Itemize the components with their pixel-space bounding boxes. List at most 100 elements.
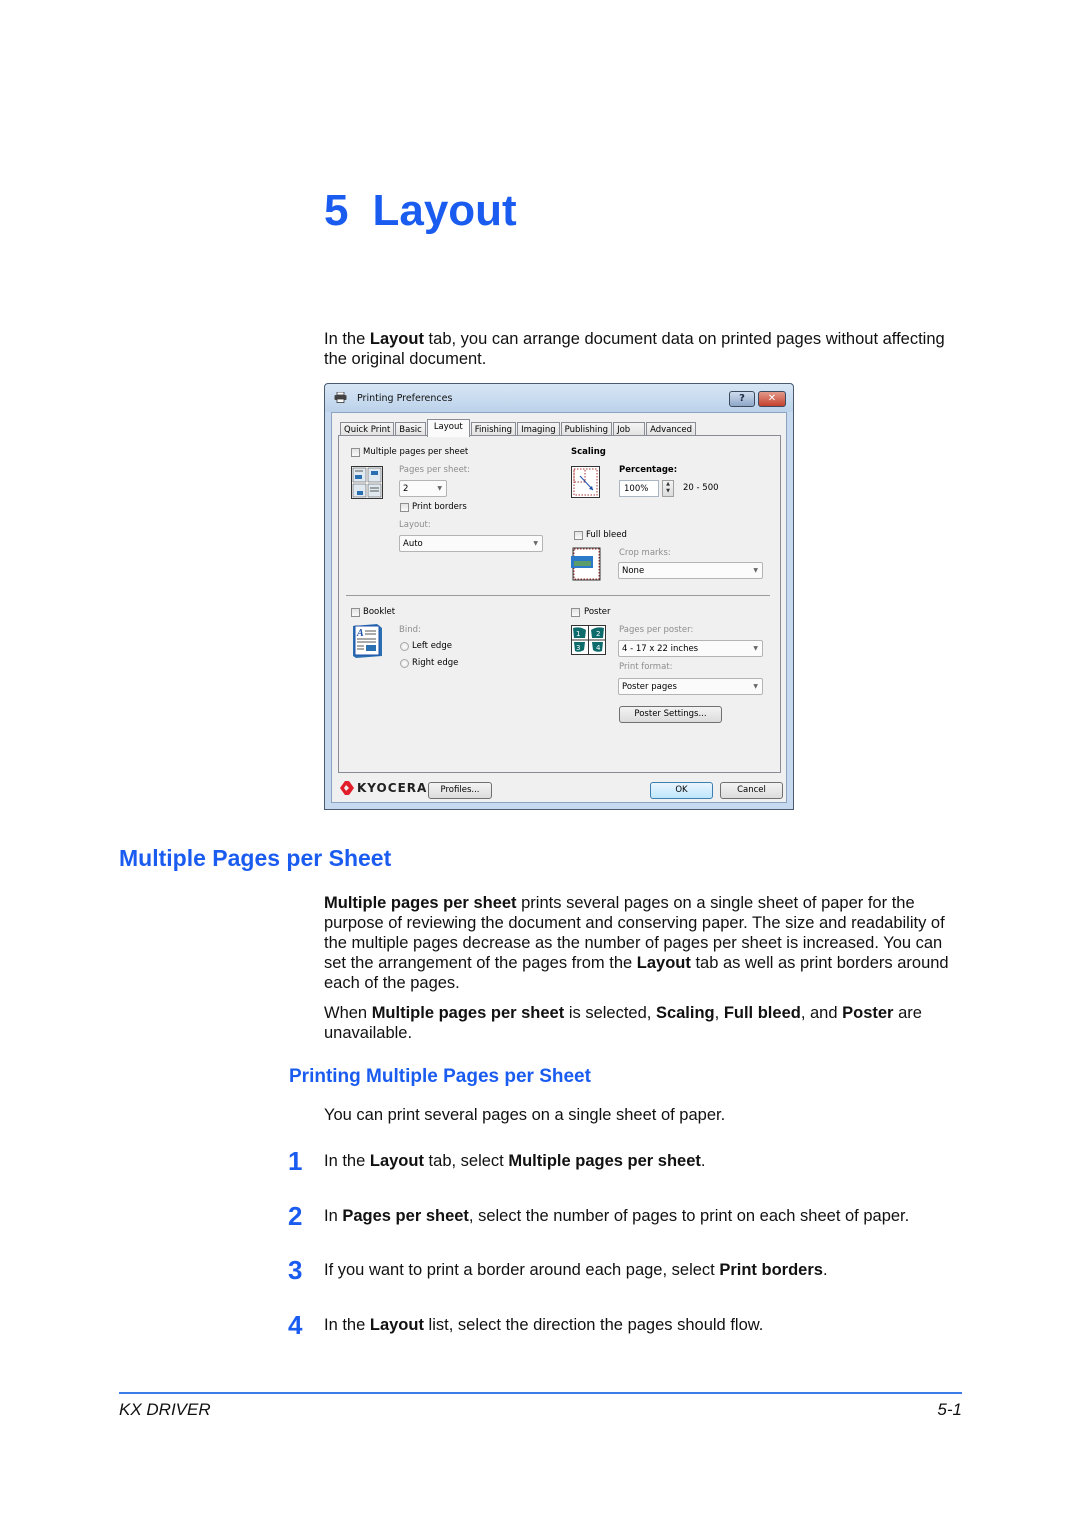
bold-text: Layout	[369, 330, 424, 348]
layout-select[interactable]: Auto ▼	[399, 535, 543, 552]
kyocera-logo-icon	[340, 781, 354, 795]
tab-layout[interactable]: Layout	[426, 419, 470, 437]
pages-per-poster-value: 4 - 17 x 22 inches	[622, 644, 699, 654]
step-number: 2	[288, 1201, 303, 1231]
svg-text:A: A	[356, 628, 364, 639]
booklet-icon: A	[353, 624, 382, 658]
crop-marks-label: Crop marks:	[619, 548, 671, 558]
bold-text: Print borders	[719, 1261, 823, 1279]
text: .	[700, 1152, 706, 1170]
left-edge-radio[interactable]	[400, 642, 409, 651]
booklet-label: Booklet	[363, 607, 396, 617]
bind-label: Bind:	[399, 625, 421, 635]
multiple-pages-icon	[351, 466, 383, 499]
bold-text: Multiple pages per sheet	[324, 894, 517, 912]
right-edge-radio[interactable]	[400, 659, 409, 668]
percentage-label: Percentage:	[619, 465, 678, 475]
footer-page-number: 5-1	[937, 1400, 962, 1419]
chapter-title: 5 Layout	[324, 186, 517, 236]
tab-publishing[interactable]: Publishing	[560, 422, 613, 436]
percentage-value: 100%	[624, 484, 649, 494]
print-format-label: Print format:	[619, 662, 673, 672]
profiles-button[interactable]: Profiles...	[428, 782, 492, 799]
pages-per-poster-select[interactable]: 4 - 17 x 22 inches ▼	[618, 640, 763, 657]
bold-text: Layout	[369, 1316, 424, 1334]
step-number: 3	[288, 1255, 303, 1285]
subsection-intro: You can print several pages on a single …	[324, 1106, 726, 1124]
pages-per-poster-label: Pages per poster:	[619, 625, 694, 635]
bold-text: Poster	[842, 1004, 894, 1022]
text: tab, select	[423, 1152, 509, 1170]
full-bleed-checkbox[interactable]	[574, 531, 583, 540]
text: list, select the direction the pages sho…	[423, 1316, 764, 1334]
title-bar: Printing Preferences ? ✕	[325, 384, 793, 412]
chevron-down-icon: ▼	[437, 485, 442, 492]
kyocera-brand: KYOCERA	[357, 781, 428, 795]
chapter-number: 5	[324, 186, 349, 235]
text: is selected,	[564, 1004, 656, 1022]
text: , and	[800, 1004, 843, 1022]
print-borders-checkbox[interactable]	[400, 503, 409, 512]
multiple-pages-checkbox[interactable]	[351, 448, 360, 457]
full-bleed-label: Full bleed	[586, 530, 627, 540]
chapter-name: Layout	[372, 186, 517, 235]
footer-rule	[119, 1392, 962, 1394]
print-format-select[interactable]: Poster pages ▼	[618, 678, 763, 695]
printing-preferences-dialog: Printing Preferences ? ✕ Quick Print Bas…	[324, 383, 794, 810]
full-bleed-icon	[571, 547, 601, 581]
text: In the	[324, 330, 370, 348]
step-3: 3 If you want to print a border around e…	[288, 1255, 828, 1286]
step-1: 1 In the Layout tab, select Multiple pag…	[288, 1146, 706, 1177]
tab-quick-print[interactable]: Quick Print	[340, 422, 395, 436]
chevron-down-icon: ▼	[753, 645, 758, 652]
percentage-range: 20 - 500	[683, 483, 719, 493]
step-number: 1	[288, 1146, 303, 1176]
scaling-label: Scaling	[571, 447, 606, 457]
layout-label: Layout:	[399, 520, 431, 530]
kyocera-logo: KYOCERA	[340, 781, 427, 795]
printer-icon	[334, 392, 347, 403]
poster-checkbox[interactable]	[571, 608, 580, 617]
pages-per-sheet-label: Pages per sheet:	[399, 465, 471, 475]
tab-finishing[interactable]: Finishing	[470, 422, 517, 436]
text: If you want to print a border around eac…	[324, 1261, 720, 1279]
step-text: In the Layout tab, select Multiple pages…	[324, 1152, 706, 1171]
step-text: In the Layout list, select the direction…	[324, 1316, 763, 1335]
tab-advanced[interactable]: Advanced	[646, 422, 697, 436]
scaling-icon	[571, 466, 600, 498]
text: , select the number of pages to print on…	[468, 1207, 910, 1225]
bold-text: Scaling	[655, 1004, 715, 1022]
pages-per-sheet-select[interactable]: 2 ▼	[399, 480, 447, 497]
svg-text:1: 1	[576, 630, 580, 638]
layout-panel: Multiple pages per sheet Pages per sheet…	[338, 435, 781, 773]
percentage-spinner[interactable]: ▲ ▼	[662, 480, 674, 497]
poster-settings-button[interactable]: Poster Settings...	[619, 706, 722, 723]
footer-product: KX DRIVER	[119, 1400, 211, 1419]
step-2: 2 In Pages per sheet, select the number …	[288, 1201, 909, 1232]
print-format-value: Poster pages	[622, 682, 677, 692]
svg-text:3: 3	[576, 644, 580, 652]
cancel-button[interactable]: Cancel	[720, 782, 783, 799]
step-text: If you want to print a border around eac…	[324, 1261, 828, 1280]
bold-text: Full bleed	[723, 1004, 801, 1022]
tab-job[interactable]: Job	[613, 422, 646, 436]
ok-button[interactable]: OK	[650, 782, 713, 799]
percentage-input[interactable]: 100%	[619, 480, 659, 497]
help-button[interactable]: ?	[729, 391, 755, 407]
chevron-down-icon: ▼	[753, 683, 758, 690]
crop-marks-select[interactable]: None ▼	[618, 562, 763, 579]
booklet-checkbox[interactable]	[351, 608, 360, 617]
left-edge-label: Left edge	[412, 641, 452, 651]
bold-text: Multiple pages per sheet	[371, 1004, 565, 1022]
print-borders-label: Print borders	[412, 502, 467, 512]
text: ,	[714, 1004, 724, 1022]
chevron-down-icon: ▼	[753, 567, 758, 574]
bold-text: Layout	[636, 954, 691, 972]
tab-imaging[interactable]: Imaging	[517, 422, 560, 436]
close-button[interactable]: ✕	[758, 391, 786, 407]
text: .	[822, 1261, 828, 1279]
tab-basic[interactable]: Basic	[395, 422, 426, 436]
chevron-down-icon: ▼	[533, 540, 538, 547]
bold-text: Pages per sheet	[342, 1207, 469, 1225]
step-4: 4 In the Layout list, select the directi…	[288, 1310, 763, 1341]
